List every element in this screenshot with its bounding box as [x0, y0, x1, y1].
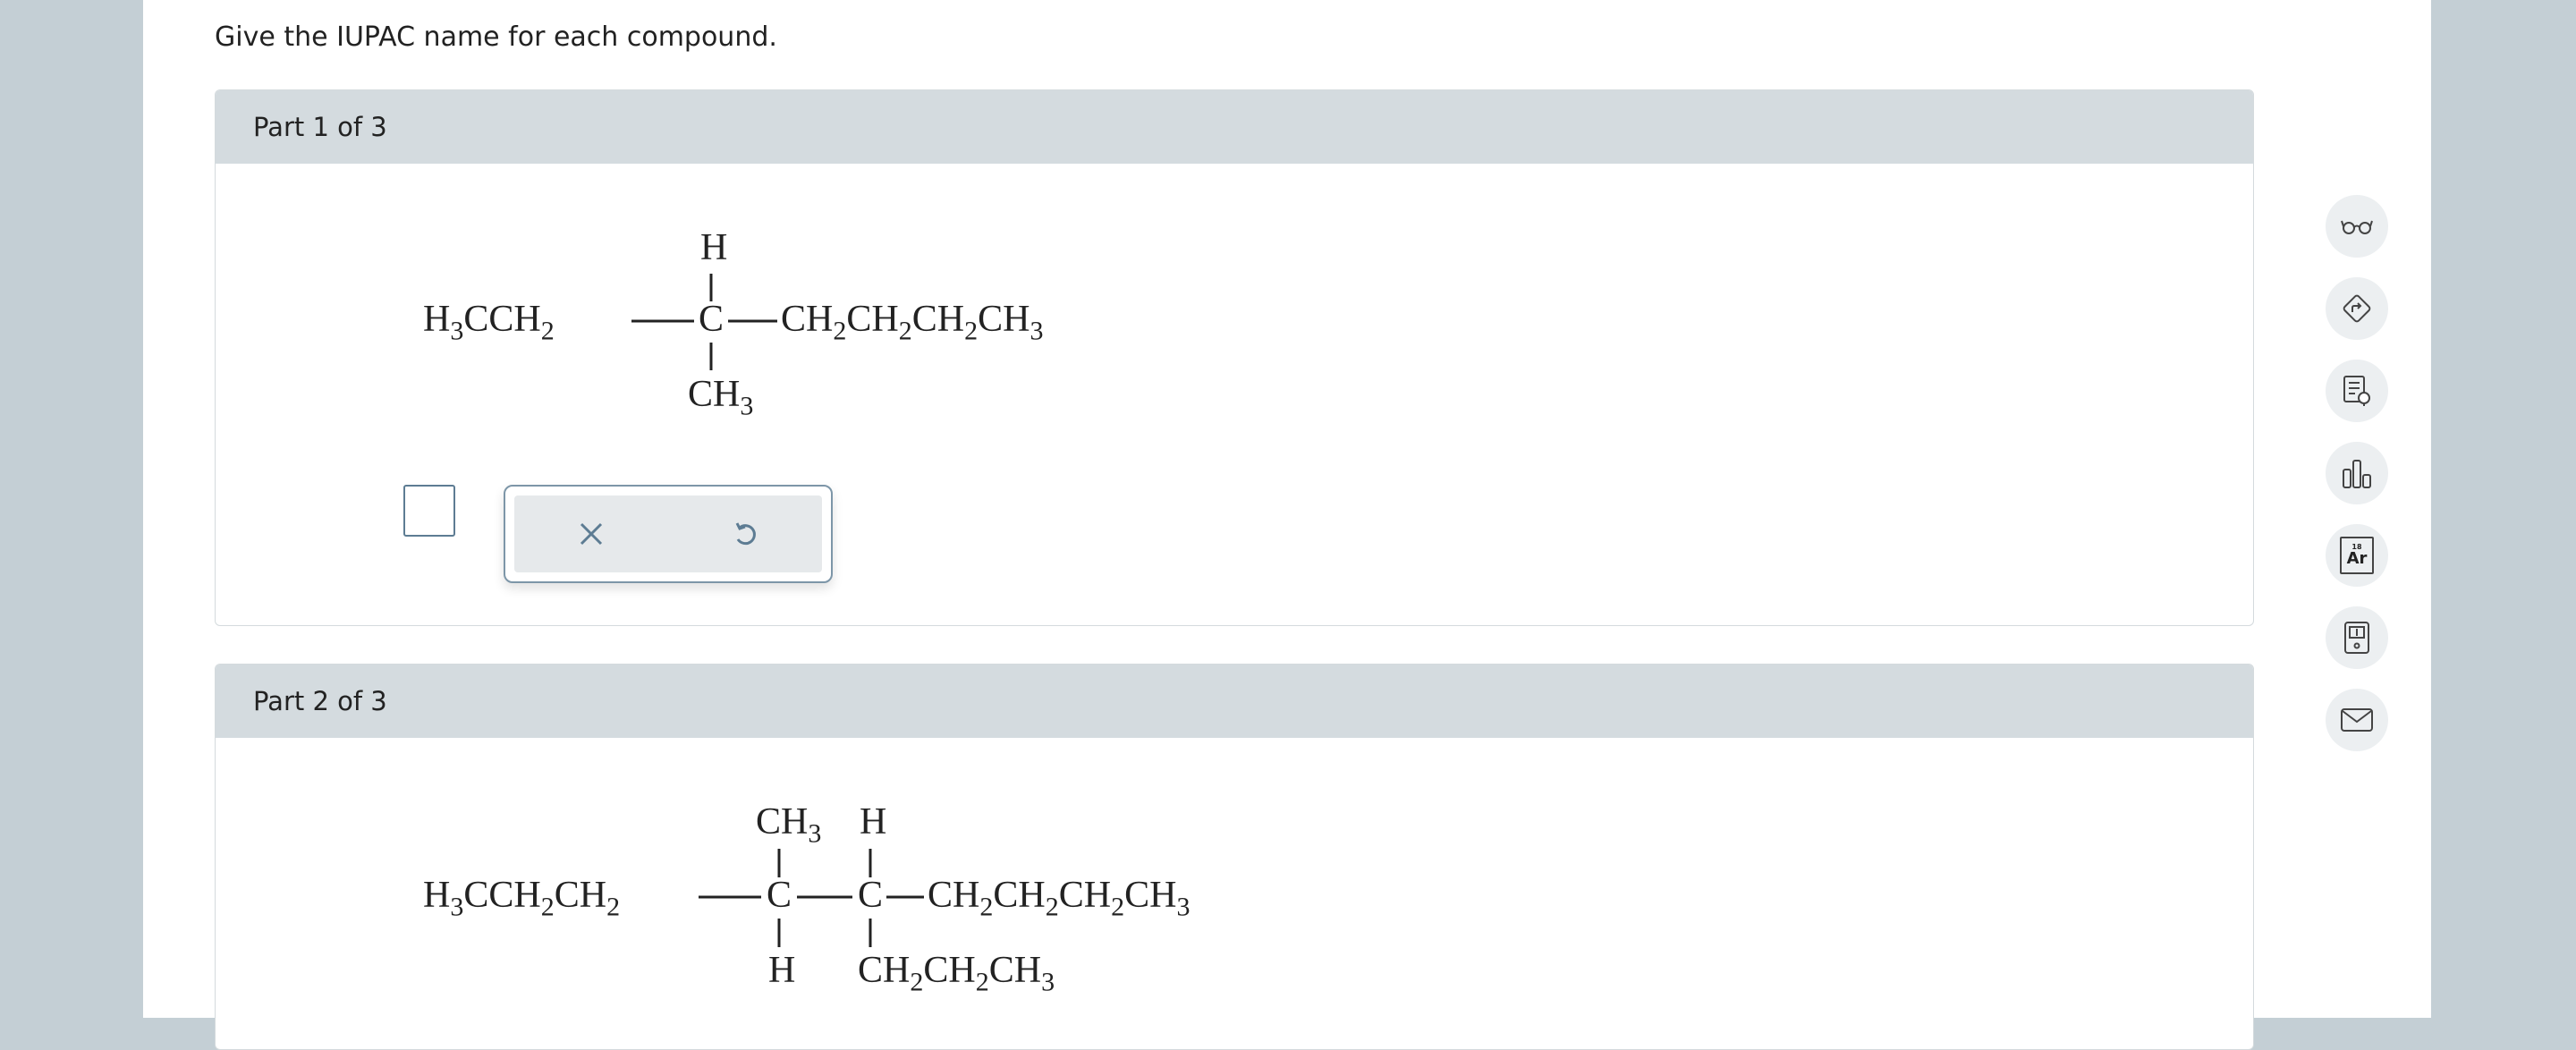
part-2-structure: H3CCH2CH2 CH3 C H H C CH2CH2CH3 CH2CH2CH… — [216, 665, 1378, 1049]
part-2-c2-top-atom: H — [860, 801, 887, 843]
clear-button[interactable] — [564, 507, 618, 561]
periodic-table-icon: 18 Ar — [2340, 537, 2374, 574]
part-2-card: Part 2 of 3 H3CCH2CH2 CH3 C H H C CH2CH2… — [215, 664, 2254, 1050]
data-button[interactable] — [2326, 442, 2388, 504]
answer-input-box[interactable] — [403, 485, 455, 537]
part-2-c2-atom: C — [858, 875, 884, 916]
part-1-right-group: CH2CH2CH2CH3 — [781, 299, 1044, 346]
close-icon — [580, 522, 603, 546]
notes-icon — [2343, 376, 2370, 406]
explanation-button[interactable] — [2326, 195, 2388, 258]
part-1-bottom-group: CH3 — [688, 374, 754, 421]
answer-toolbar — [504, 485, 833, 583]
directions-icon — [2343, 294, 2371, 323]
hint-button[interactable] — [2326, 277, 2388, 340]
message-button[interactable] — [2326, 689, 2388, 751]
part-2-c1-bottom-atom: H — [768, 950, 796, 991]
calculator-icon — [2344, 622, 2369, 654]
glasses-icon — [2341, 220, 2373, 234]
part-1-center-atom: C — [699, 299, 724, 340]
part-1-top-atom: H — [700, 227, 728, 268]
periodic-table-button[interactable]: 18 Ar — [2326, 524, 2388, 587]
part-2-c2-bottom-group: CH2CH2CH3 — [858, 950, 1055, 997]
part-2-left-group: H3CCH2CH2 — [423, 875, 621, 922]
question-page: Give the IUPAC name for each compound. P… — [143, 0, 2431, 1050]
part-1-card: Part 1 of 3 H3CCH2 H C CH3 CH2CH2CH2CH3 — [215, 89, 2254, 626]
part-2-right-group: CH2CH2CH2CH3 — [928, 875, 1191, 922]
part-2-c1-top-group: CH3 — [756, 801, 822, 849]
calculator-button[interactable] — [2326, 606, 2388, 669]
notes-button[interactable] — [2326, 360, 2388, 422]
question-instructions: Give the IUPAC name for each compound. — [215, 21, 777, 53]
part-1-structure: H3CCH2 H C CH3 CH2CH2CH2CH3 — [216, 90, 1199, 448]
undo-icon — [735, 522, 756, 546]
undo-button[interactable] — [718, 507, 772, 561]
part-2-bonds — [699, 849, 924, 947]
envelope-icon — [2341, 708, 2373, 732]
bar-chart-icon — [2343, 460, 2371, 488]
part-1-left-group: H3CCH2 — [423, 299, 555, 346]
part-2-c1-atom: C — [767, 875, 792, 916]
